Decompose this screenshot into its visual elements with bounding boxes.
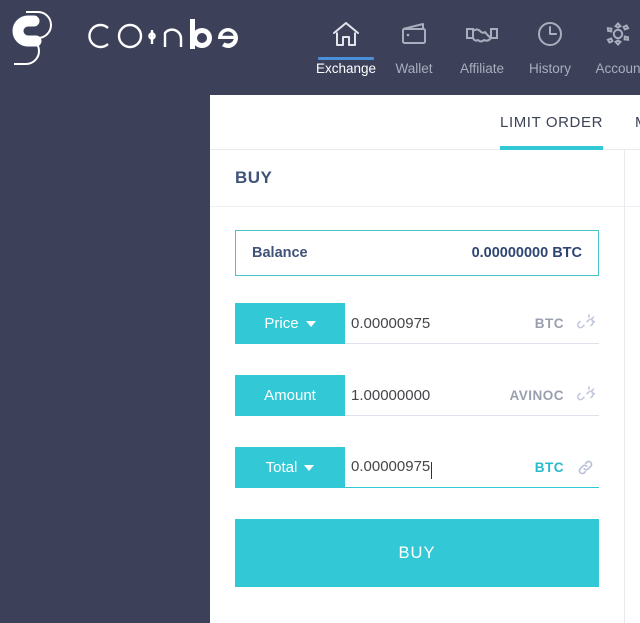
- sell-panel-title: [625, 150, 640, 207]
- nav-item-exchange[interactable]: Exchange: [312, 14, 380, 76]
- buy-balance-box: Balance 0.00000000 BTC: [235, 230, 599, 276]
- price-button-label: Price: [264, 315, 299, 332]
- link-icon[interactable]: [576, 458, 595, 477]
- chevron-down-icon: [304, 464, 315, 471]
- tab-limit-order[interactable]: LIMIT ORDER: [500, 95, 604, 150]
- amount-button[interactable]: Amount: [235, 375, 345, 416]
- clock-icon: [535, 14, 565, 54]
- price-dropdown-button[interactable]: Price: [235, 303, 345, 344]
- nav-label-wallet: Wallet: [395, 61, 433, 76]
- broken-link-icon[interactable]: [576, 385, 595, 405]
- amount-button-label: Amount: [264, 387, 316, 404]
- amount-currency-label: AVINOC: [509, 387, 564, 403]
- tab-limit-order-label: LIMIT ORDER: [500, 113, 604, 131]
- price-input-value: 0.00000975: [351, 314, 431, 332]
- buy-submit-button[interactable]: BUY: [235, 519, 599, 587]
- sell-panel: [625, 150, 640, 623]
- price-currency-label: BTC: [534, 315, 564, 331]
- exchange-card: LIMIT ORDER MA BUY Balance 0.00000000 BT…: [210, 95, 640, 623]
- total-input-value: 0.00000975: [351, 458, 431, 476]
- wallet-icon: [399, 14, 429, 54]
- amount-field-row: Amount 1.00000000 AVINOC: [235, 375, 599, 416]
- buy-panel: BUY Balance 0.00000000 BTC Price 0.00000…: [210, 150, 625, 623]
- nav-label-account: Accoun: [595, 61, 640, 76]
- nav-item-affiliate[interactable]: Affiliate: [448, 14, 516, 76]
- total-currency-label: BTC: [534, 459, 564, 475]
- text-cursor: [431, 461, 433, 479]
- chevron-down-icon: [305, 320, 316, 327]
- nav-item-wallet[interactable]: Wallet: [380, 14, 448, 76]
- nav-label-history: History: [528, 61, 571, 76]
- price-input[interactable]: 0.00000975 BTC: [345, 303, 599, 344]
- buy-balance-label: Balance: [252, 245, 308, 261]
- total-input-value-wrap: 0.00000975: [351, 458, 535, 479]
- nav-label-exchange: Exchange: [315, 61, 377, 76]
- home-icon: [331, 14, 361, 54]
- broken-link-icon[interactable]: [576, 313, 595, 333]
- nav-label-affiliate: Affiliate: [459, 61, 505, 76]
- app-header: Exchange Wallet Affiliate History Accoun: [0, 0, 640, 95]
- order-panels: BUY Balance 0.00000000 BTC Price 0.00000…: [210, 150, 640, 623]
- amount-input[interactable]: 1.00000000 AVINOC: [345, 375, 599, 416]
- buy-panel-title: BUY: [210, 150, 624, 207]
- active-tab-indicator: [318, 57, 374, 60]
- total-field-row: Total 0.00000975 BTC: [235, 447, 599, 488]
- total-button-label: Total: [265, 459, 298, 476]
- nav-item-account[interactable]: Accoun: [584, 14, 640, 76]
- buy-balance-value: 0.00000000 BTC: [471, 245, 582, 261]
- gear-icon: [603, 14, 633, 54]
- amount-input-value: 1.00000000: [351, 386, 431, 404]
- brand-logo[interactable]: [4, 6, 248, 70]
- total-input[interactable]: 0.00000975 BTC: [345, 447, 599, 488]
- nav-item-history[interactable]: History: [516, 14, 584, 76]
- handshake-icon: [465, 14, 499, 54]
- main-navigation: Exchange Wallet Affiliate History Accoun: [312, 14, 640, 76]
- order-type-tabs: LIMIT ORDER MA: [210, 95, 640, 150]
- tab-market-order[interactable]: MA: [635, 95, 640, 150]
- brand-wordmark: [78, 13, 248, 64]
- price-field-row: Price 0.00000975 BTC: [235, 303, 599, 344]
- tab-market-order-label: MA: [635, 114, 640, 131]
- total-dropdown-button[interactable]: Total: [235, 447, 345, 488]
- coinbe-logo-icon: [4, 6, 68, 70]
